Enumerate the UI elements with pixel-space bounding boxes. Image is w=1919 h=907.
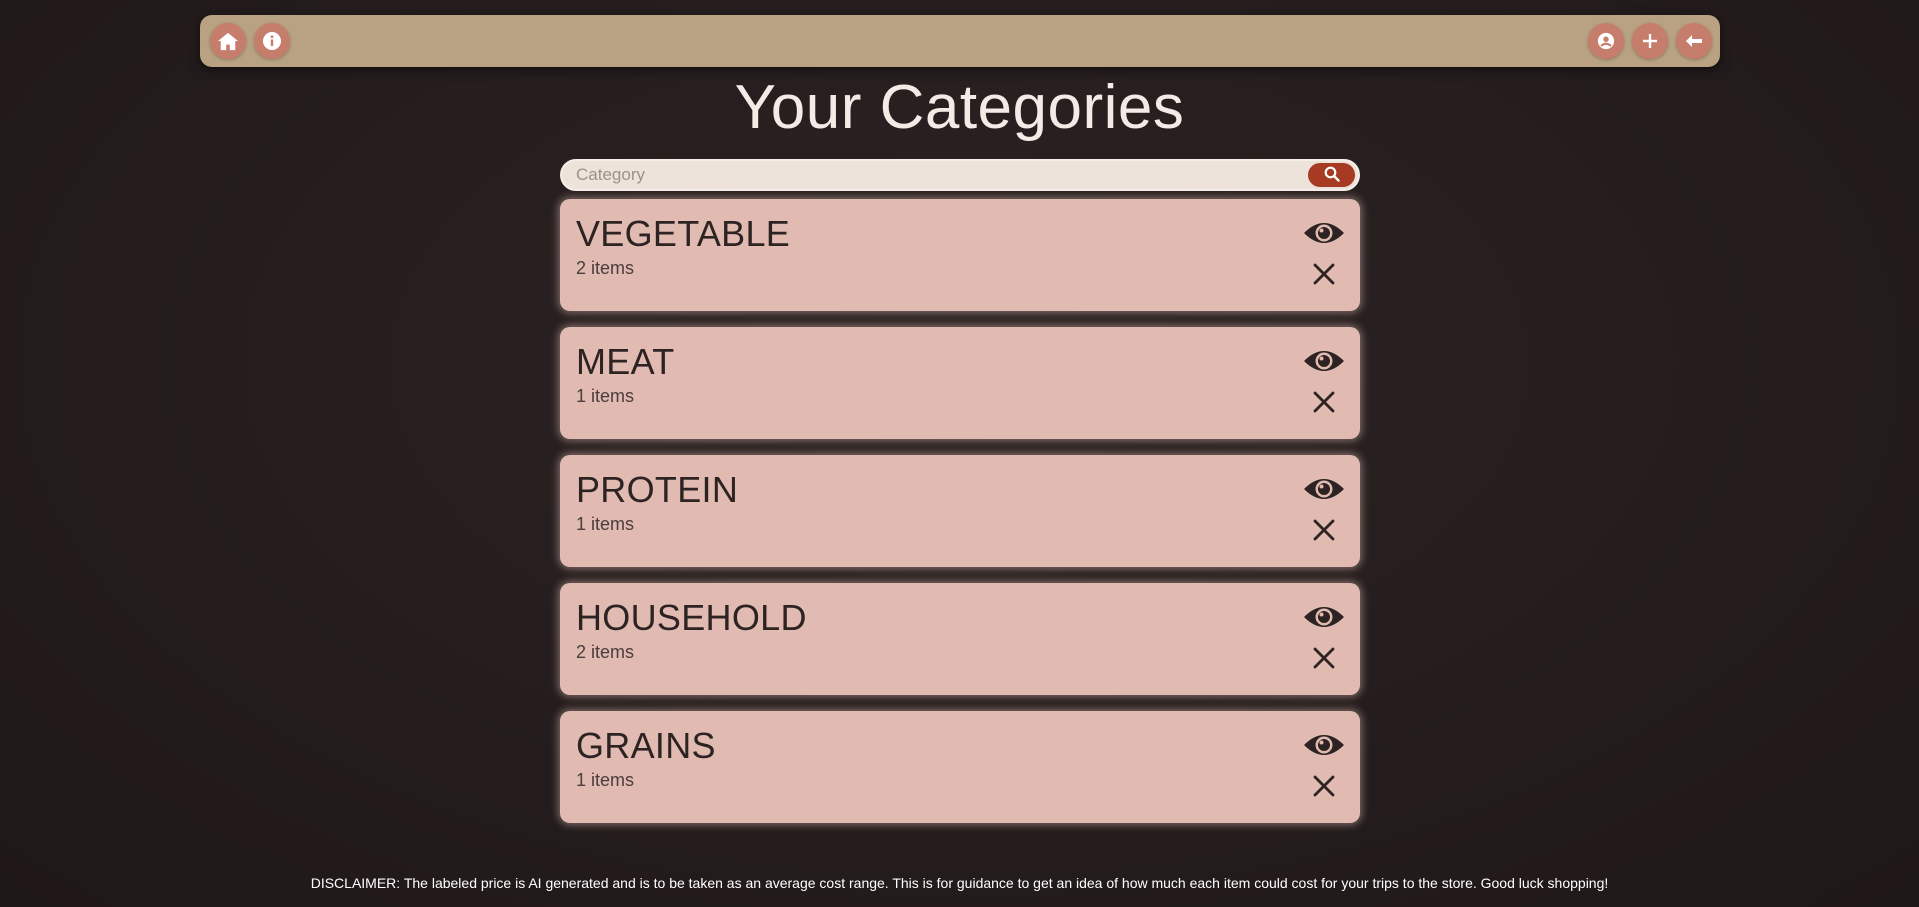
user-icon [1597,32,1615,50]
app-root: Your Categories VEGETABLE 2 items MEAT 1… [0,0,1919,907]
category-item-count: 1 items [576,514,635,534]
view-category-button[interactable] [1302,344,1346,380]
eye-icon [1303,729,1345,764]
view-category-button[interactable] [1302,216,1346,252]
search-input[interactable] [562,161,1308,189]
delete-category-button[interactable] [1308,259,1340,291]
profile-button[interactable] [1588,23,1624,59]
category-name: MEAT [576,341,675,382]
view-category-button[interactable] [1302,728,1346,764]
home-icon [217,31,239,51]
category-card: GRAINS 1 items [560,711,1360,823]
search-bar [560,159,1360,191]
view-category-button[interactable] [1302,472,1346,508]
category-card: MEAT 1 items [560,327,1360,439]
search-icon [1324,166,1340,185]
close-icon [1312,646,1336,673]
delete-category-button[interactable] [1308,387,1340,419]
category-name: HOUSEHOLD [576,597,807,638]
category-card: VEGETABLE 2 items [560,199,1360,311]
add-button[interactable] [1632,23,1668,59]
top-navbar [200,15,1720,67]
info-button[interactable] [254,23,290,59]
page-title: Your Categories [734,73,1185,142]
eye-icon [1303,217,1345,252]
category-item-count: 2 items [576,642,635,662]
plus-icon [1642,33,1658,49]
delete-category-button[interactable] [1308,515,1340,547]
category-item-count: 1 items [576,770,635,790]
info-icon [262,31,282,51]
category-item-count: 2 items [576,258,635,278]
close-icon [1312,774,1336,801]
category-name: PROTEIN [576,469,739,510]
delete-category-button[interactable] [1308,643,1340,675]
eye-icon [1303,473,1345,508]
close-icon [1312,390,1336,417]
category-card: HOUSEHOLD 2 items [560,583,1360,695]
category-item-count: 1 items [576,386,635,406]
view-category-button[interactable] [1302,600,1346,636]
close-icon [1312,518,1336,545]
search-button[interactable] [1308,163,1355,187]
home-button[interactable] [210,23,246,59]
category-name: GRAINS [576,725,716,766]
category-name: VEGETABLE [576,213,791,254]
eye-icon [1303,345,1345,380]
back-button[interactable] [1676,23,1712,59]
arrow-left-icon [1685,34,1703,48]
disclaimer-text: DISCLAIMER: The labeled price is AI gene… [310,875,1609,891]
eye-icon [1303,601,1345,636]
delete-category-button[interactable] [1308,771,1340,803]
category-card: PROTEIN 1 items [560,455,1360,567]
close-icon [1312,262,1336,289]
